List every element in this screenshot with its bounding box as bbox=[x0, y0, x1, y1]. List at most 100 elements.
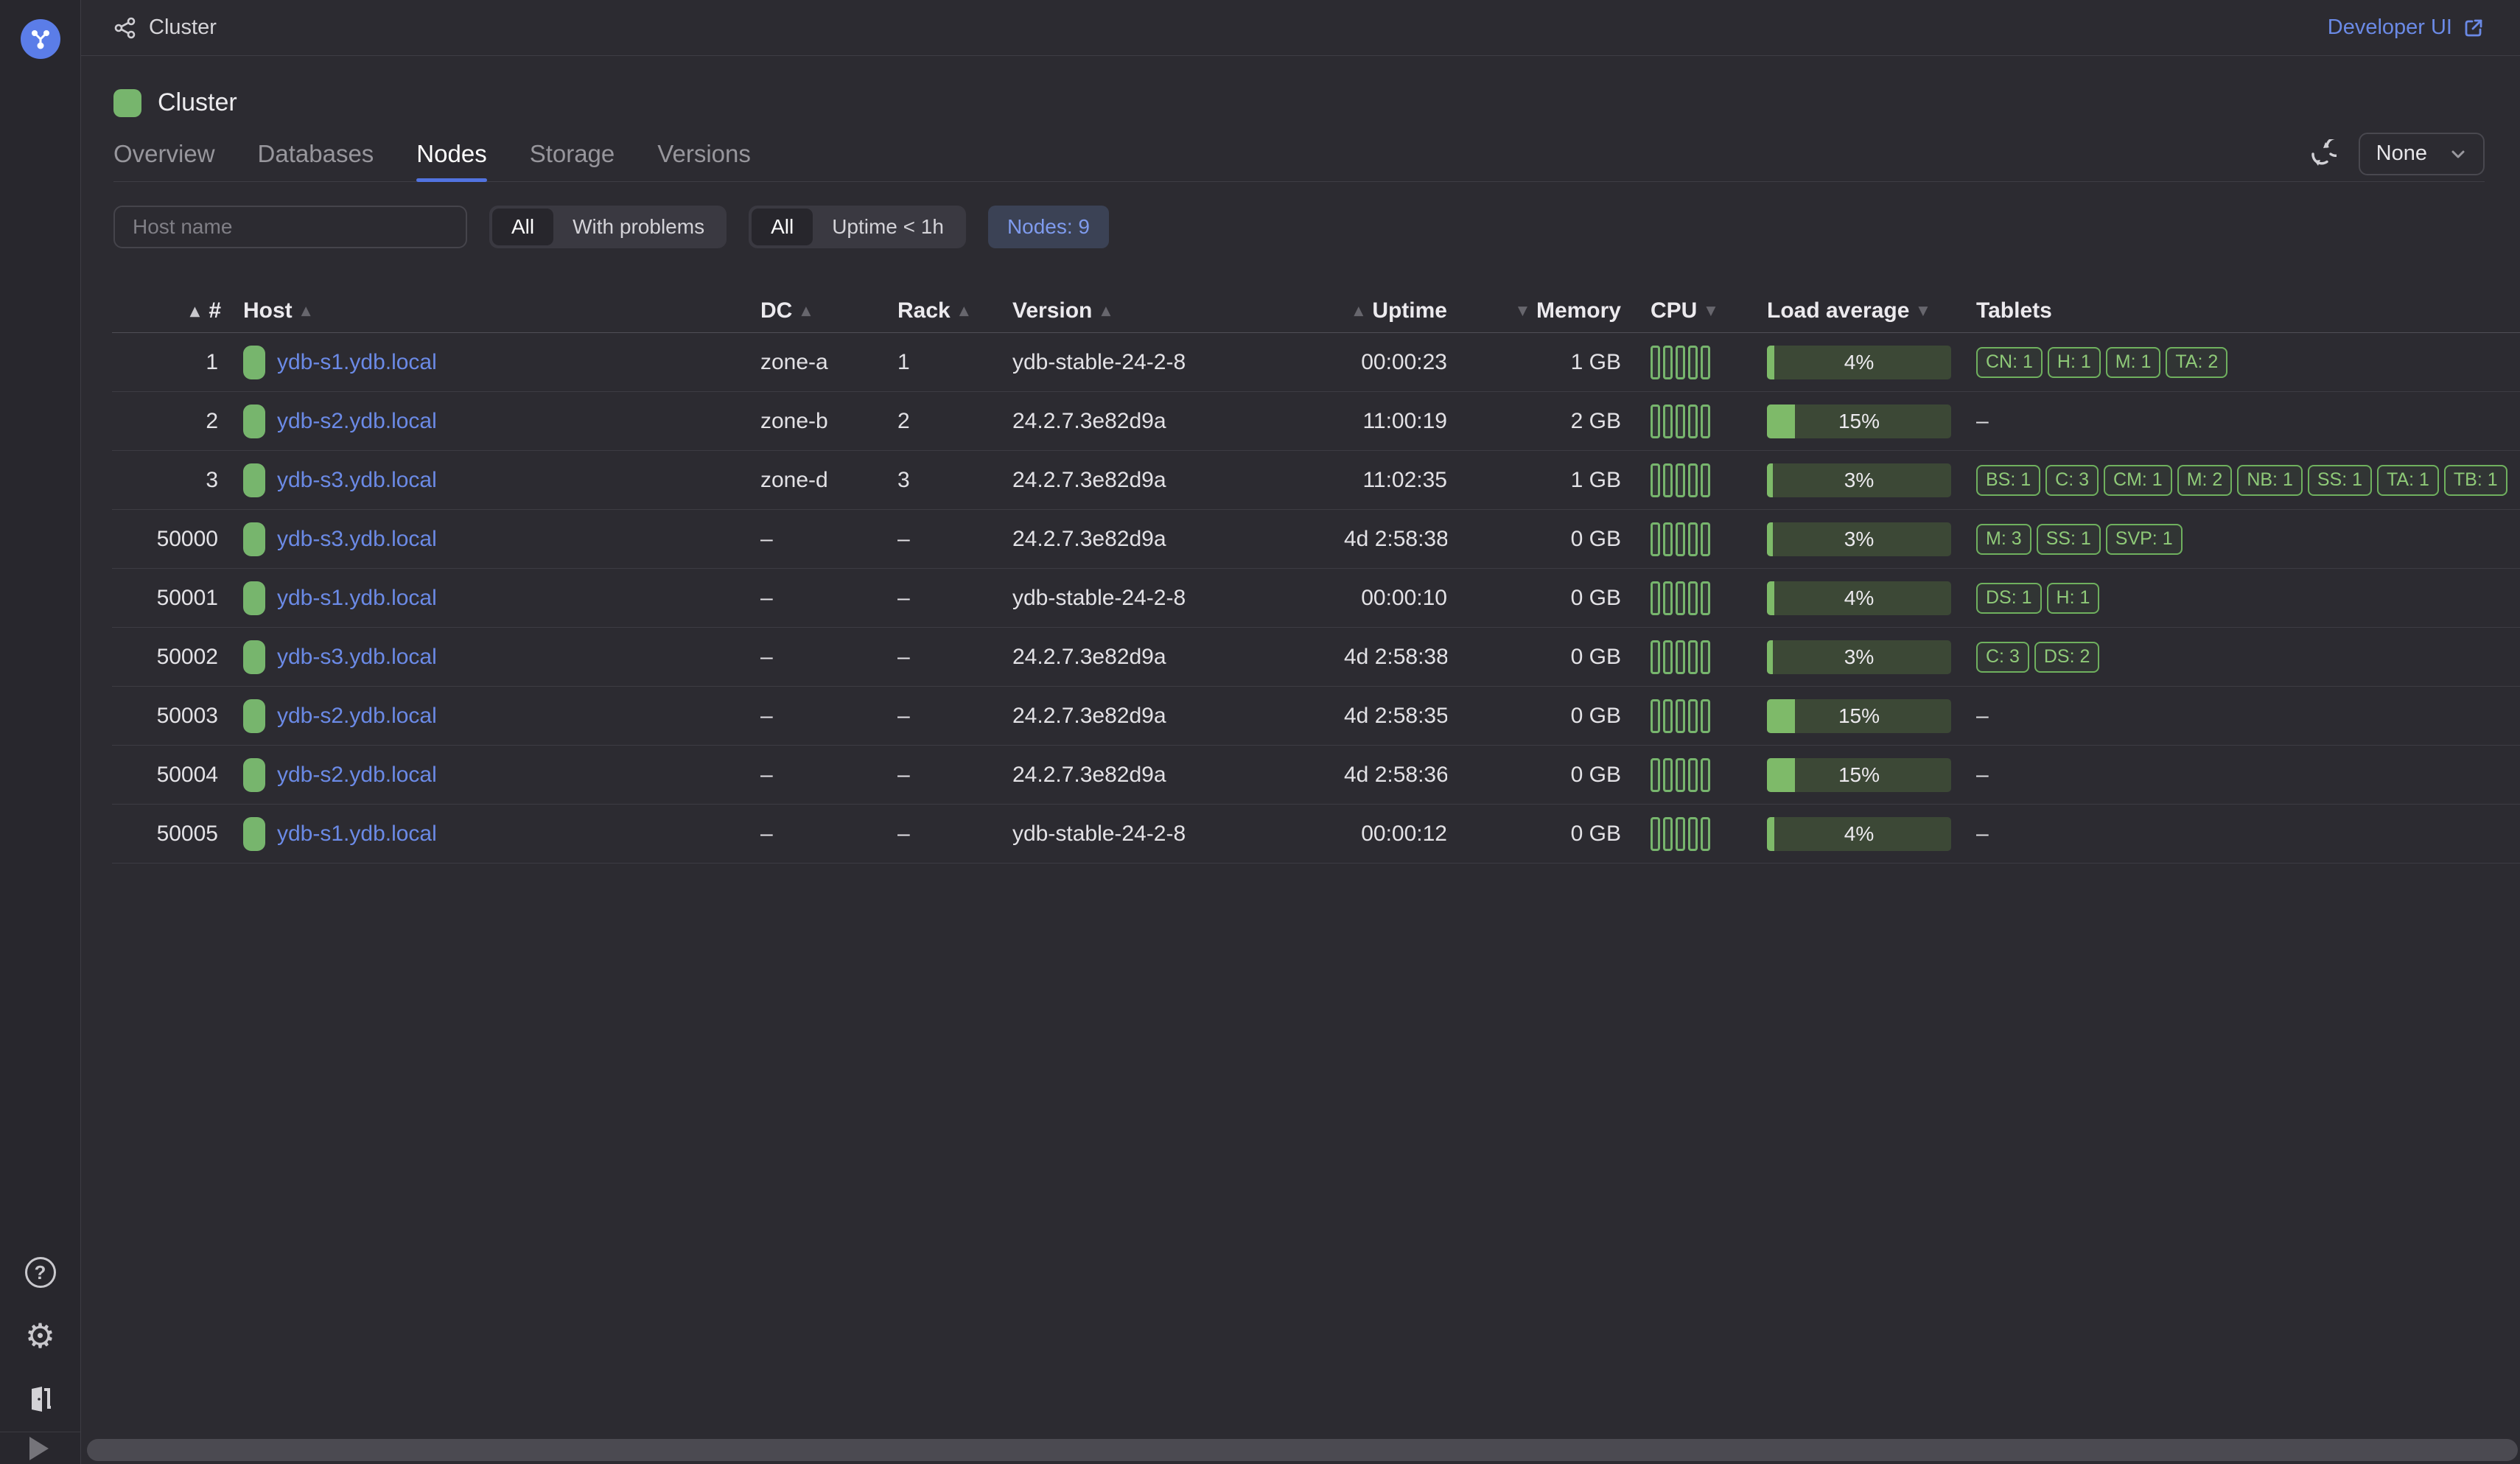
help-button[interactable]: ? bbox=[23, 1255, 58, 1290]
tab-databases[interactable]: Databases bbox=[258, 126, 374, 181]
tablets-empty-dash: – bbox=[1976, 409, 1989, 434]
column-header-host[interactable]: Host ▲ bbox=[221, 298, 760, 323]
load-average-fill bbox=[1767, 463, 1773, 497]
tablet-chip[interactable]: SS: 1 bbox=[2308, 465, 2372, 496]
load-average-cell: 4% bbox=[1755, 346, 1976, 379]
problems-filter-all[interactable]: All bbox=[492, 209, 553, 245]
host-name-search-input[interactable] bbox=[113, 206, 467, 248]
uptime-filter-lt-1h[interactable]: Uptime < 1h bbox=[813, 209, 963, 245]
host-link[interactable]: ydb-s2.ydb.local bbox=[277, 763, 437, 788]
ydb-logo[interactable] bbox=[21, 19, 60, 59]
node-id: 50001 bbox=[112, 586, 221, 611]
tablets-cell: – bbox=[1976, 409, 2520, 434]
tablet-chip[interactable]: TA: 1 bbox=[2377, 465, 2439, 496]
cluster-status-indicator bbox=[113, 89, 141, 117]
tablet-chip[interactable]: M: 2 bbox=[2177, 465, 2233, 496]
cpu-core-bar bbox=[1688, 463, 1698, 497]
host-link[interactable]: ydb-s1.ydb.local bbox=[277, 350, 437, 375]
cpu-core-bar bbox=[1688, 346, 1698, 379]
sidebar-expand-bar[interactable] bbox=[0, 1432, 80, 1464]
column-header-load-average[interactable]: Load average ▼ bbox=[1755, 298, 1976, 323]
node-status-indicator bbox=[243, 346, 265, 379]
breadcrumb[interactable]: Cluster bbox=[113, 15, 217, 40]
cpu-core-bar bbox=[1688, 404, 1698, 438]
tablet-chip[interactable]: C: 3 bbox=[1976, 642, 2029, 673]
host-cell: ydb-s3.ydb.local bbox=[221, 640, 760, 674]
cpu-core-bar bbox=[1663, 699, 1673, 733]
column-header-dc[interactable]: DC ▲ bbox=[760, 298, 897, 323]
load-average-value: 4% bbox=[1844, 586, 1874, 610]
cpu-core-bar bbox=[1701, 522, 1710, 556]
autorefresh-select[interactable]: None bbox=[2359, 133, 2485, 175]
cpu-cores-cell bbox=[1621, 817, 1755, 851]
load-average-bar: 15% bbox=[1767, 404, 1951, 438]
question-circle-icon: ? bbox=[25, 1257, 56, 1288]
dc-cell: zone-b bbox=[760, 409, 897, 434]
nodes-count-chip[interactable]: Nodes: 9 bbox=[988, 206, 1109, 248]
tablet-chip[interactable]: C: 3 bbox=[2045, 465, 2099, 496]
developer-ui-link[interactable]: Developer UI bbox=[2328, 15, 2485, 40]
horizontal-scrollbar-thumb[interactable] bbox=[87, 1439, 2518, 1461]
settings-button[interactable]: ⚙ bbox=[23, 1318, 58, 1353]
tab-overview[interactable]: Overview bbox=[113, 126, 215, 181]
cpu-core-bar bbox=[1676, 346, 1685, 379]
table-row: 50000 ydb-s3.ydb.local – – 24.2.7.3e82d9… bbox=[112, 510, 2520, 569]
tablet-chip[interactable]: TB: 1 bbox=[2444, 465, 2507, 496]
problems-filter-with-problems[interactable]: With problems bbox=[553, 209, 724, 245]
host-link[interactable]: ydb-s3.ydb.local bbox=[277, 468, 437, 493]
host-link[interactable]: ydb-s1.ydb.local bbox=[277, 822, 437, 847]
dc-cell: – bbox=[760, 645, 897, 670]
tablet-chip[interactable]: DS: 2 bbox=[2034, 642, 2100, 673]
column-header-rack[interactable]: Rack ▲ bbox=[897, 298, 1012, 323]
tablet-chip[interactable]: BS: 1 bbox=[1976, 465, 2040, 496]
cpu-cores-cell bbox=[1621, 522, 1755, 556]
memory-cell: 1 GB bbox=[1447, 350, 1621, 375]
memory-cell: 0 GB bbox=[1447, 586, 1621, 611]
table-row: 50002 ydb-s3.ydb.local – – 24.2.7.3e82d9… bbox=[112, 628, 2520, 687]
tablet-chip[interactable]: CM: 1 bbox=[2104, 465, 2172, 496]
tablet-chip[interactable]: SVP: 1 bbox=[2106, 524, 2183, 555]
load-average-value: 4% bbox=[1844, 351, 1874, 374]
host-link[interactable]: ydb-s2.ydb.local bbox=[277, 704, 437, 729]
load-average-cell: 4% bbox=[1755, 817, 1976, 851]
column-header-memory[interactable]: ▼ Memory bbox=[1447, 298, 1621, 323]
host-link[interactable]: ydb-s3.ydb.local bbox=[277, 645, 437, 670]
column-header-number[interactable]: ▲ # bbox=[112, 298, 221, 323]
column-header-cpu[interactable]: CPU ▼ bbox=[1621, 298, 1755, 323]
host-link[interactable]: ydb-s1.ydb.local bbox=[277, 586, 437, 611]
version-cell: ydb-stable-24-2-8 bbox=[1012, 586, 1344, 611]
tablet-chip[interactable]: DS: 1 bbox=[1976, 583, 2042, 614]
refresh-button[interactable] bbox=[2304, 136, 2339, 172]
tablet-chip[interactable]: TA: 2 bbox=[2166, 347, 2227, 378]
cpu-core-bar bbox=[1676, 581, 1685, 615]
cpu-core-bar bbox=[1701, 346, 1710, 379]
sort-icon: ▼ bbox=[1518, 304, 1527, 318]
node-id: 50005 bbox=[112, 822, 221, 847]
tablet-chip[interactable]: M: 3 bbox=[1976, 524, 2031, 555]
tablets-cell: M: 3SS: 1SVP: 1 bbox=[1976, 524, 2520, 555]
host-link[interactable]: ydb-s3.ydb.local bbox=[277, 527, 437, 552]
uptime-cell: 11:02:35 bbox=[1344, 468, 1447, 493]
tablet-chip[interactable]: CN: 1 bbox=[1976, 347, 2043, 378]
tablet-chip[interactable]: H: 1 bbox=[2048, 347, 2101, 378]
load-average-fill bbox=[1767, 346, 1774, 379]
column-header-uptime[interactable]: ▲ Uptime bbox=[1344, 298, 1447, 323]
tab-storage[interactable]: Storage bbox=[530, 126, 615, 181]
column-header-version[interactable]: Version ▲ bbox=[1012, 298, 1344, 323]
uptime-filter-all[interactable]: All bbox=[752, 209, 813, 245]
version-cell: 24.2.7.3e82d9a bbox=[1012, 704, 1344, 729]
tablet-chip[interactable]: NB: 1 bbox=[2237, 465, 2303, 496]
tab-versions[interactable]: Versions bbox=[657, 126, 751, 181]
tablet-chip[interactable]: M: 1 bbox=[2106, 347, 2161, 378]
node-status-indicator bbox=[243, 758, 265, 792]
sort-icon: ▲ bbox=[301, 304, 311, 318]
cpu-core-bar bbox=[1663, 581, 1673, 615]
tablet-chip[interactable]: H: 1 bbox=[2047, 583, 2100, 614]
host-link[interactable]: ydb-s2.ydb.local bbox=[277, 409, 437, 434]
dc-cell: – bbox=[760, 822, 897, 847]
tablet-chip[interactable]: SS: 1 bbox=[2037, 524, 2101, 555]
tab-nodes[interactable]: Nodes bbox=[416, 126, 486, 181]
load-average-bar: 4% bbox=[1767, 817, 1951, 851]
account-exit-button[interactable] bbox=[23, 1381, 58, 1417]
cpu-core-bar bbox=[1663, 758, 1673, 792]
